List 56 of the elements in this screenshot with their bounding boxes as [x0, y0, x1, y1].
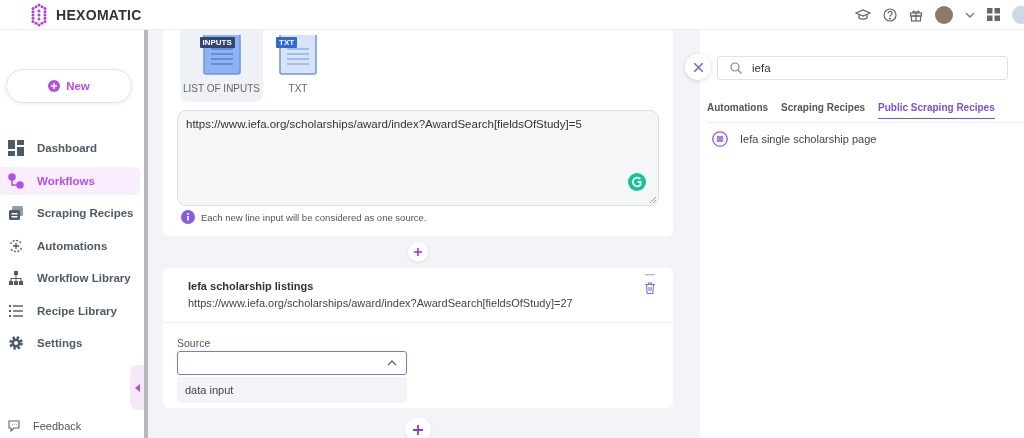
plus-icon: [414, 248, 422, 256]
caret-left-icon: [134, 383, 140, 392]
new-button[interactable]: New: [6, 69, 132, 103]
close-button[interactable]: [685, 54, 711, 80]
field-label: Source: [177, 337, 211, 349]
add-step-button[interactable]: [408, 242, 428, 262]
workflow-icon: [8, 172, 24, 189]
plus-icon: [413, 425, 423, 435]
collapse-handle[interactable]: [130, 365, 144, 410]
step-url: https://www.iefa.org/scholarships/award/index?AwardSearch[fieldsOfStudy]=27: [188, 297, 573, 309]
sidebar-item[interactable]: Settings: [0, 329, 140, 357]
brand-name: HEXOMATIC: [56, 6, 142, 23]
input-type-option[interactable]: TXT TXT: [267, 30, 329, 102]
dropdown-option[interactable]: data input: [177, 377, 407, 403]
sidebar-item[interactable]: Automations: [0, 231, 140, 260]
settings-icon: [8, 335, 24, 351]
grammar-assistant-icon[interactable]: [628, 173, 646, 191]
gift-icon[interactable]: [909, 7, 923, 22]
list-circle-icon: [712, 131, 728, 147]
list-icon: [8, 302, 24, 319]
file-type-badge: TXT: [276, 37, 298, 48]
stacked-cards-icon: [8, 205, 24, 221]
tab[interactable]: Public Scraping Recipes: [878, 102, 995, 119]
graduation-cap-icon[interactable]: [855, 7, 871, 22]
search-field[interactable]: iefa: [717, 56, 1008, 80]
automation-icon: [8, 237, 24, 254]
file-type-badge: INPUTS: [199, 37, 235, 48]
add-step-button[interactable]: [405, 417, 431, 438]
plus-icon: [48, 80, 61, 92]
close-icon: [693, 62, 703, 72]
dashboard-icon: [8, 140, 24, 156]
sidebar-item[interactable]: Dashboard: [0, 134, 140, 162]
resize-handle-icon[interactable]: [650, 197, 656, 203]
avatar[interactable]: [935, 5, 953, 24]
hint-text: Each new line input will be considered as one source.: [201, 211, 427, 223]
step-title: Iefa scholarship listings: [188, 280, 315, 292]
result-item[interactable]: Iefa single scholarship page: [712, 131, 1024, 147]
feedback-icon[interactable]: [8, 420, 20, 432]
input-list-field[interactable]: https://www.iefa.org/scholarships/award/index?AwardSearch[fieldsOfStudy]=5: [177, 110, 659, 206]
input-type-option[interactable]: INPUTS LIST OF INPUTS: [180, 30, 263, 102]
trash-icon[interactable]: [645, 282, 655, 294]
search-icon: [730, 62, 742, 74]
source-select[interactable]: [177, 351, 407, 375]
tab[interactable]: Scraping Recipes: [781, 102, 866, 118]
sidebar-item[interactable]: Workflow Library: [0, 264, 140, 292]
sidebar-item[interactable]: Recipe Library: [0, 296, 140, 325]
tab[interactable]: Automations: [707, 102, 769, 118]
caret-icon: [387, 360, 397, 366]
info-icon: [181, 210, 195, 224]
feedback-link[interactable]: Feedback: [33, 420, 82, 432]
apps-grid-icon[interactable]: [987, 8, 1000, 21]
sidebar-item[interactable]: Workflows: [0, 166, 140, 195]
sidebar-item[interactable]: Scraping Recipes: [0, 199, 140, 227]
help-icon[interactable]: [883, 7, 897, 22]
hierarchy-icon: [8, 270, 24, 286]
chevron-down-icon[interactable]: [965, 11, 975, 18]
